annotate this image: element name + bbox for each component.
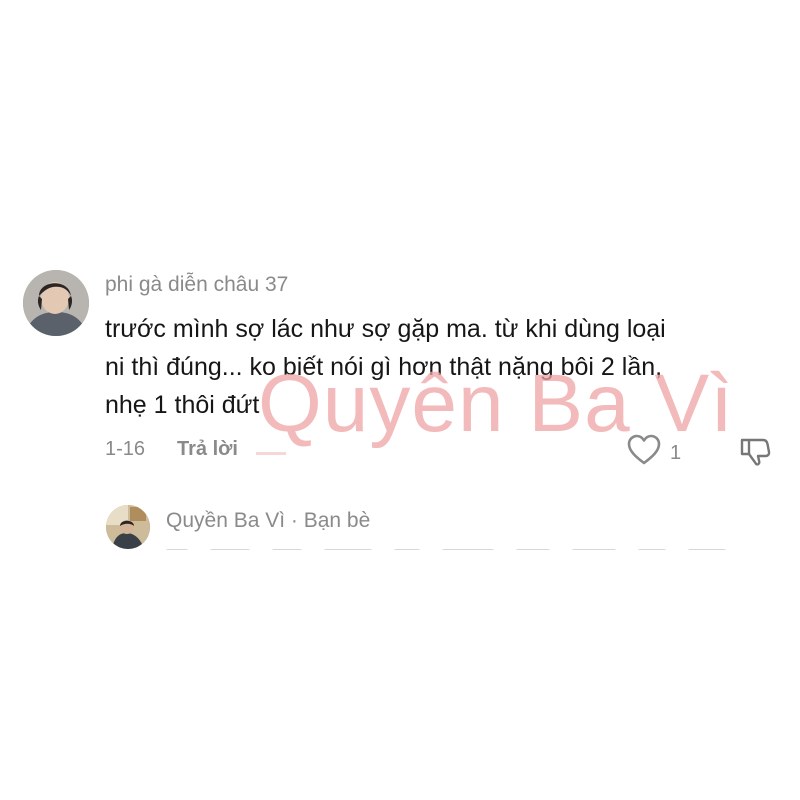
thumb-down-icon <box>738 438 772 472</box>
comment-username[interactable]: phi gà diễn châu 37 <box>105 273 288 297</box>
reply-avatar[interactable] <box>106 505 150 549</box>
comment-date: 1-16 <box>105 438 146 460</box>
watermark-underline <box>256 452 286 455</box>
avatar-photo <box>23 270 89 336</box>
watermark: Quyên Ba Vì <box>258 358 734 449</box>
dislike-button[interactable] <box>738 434 772 468</box>
reply-username[interactable]: Quyền Ba Vì · Bạn bè <box>166 509 370 533</box>
comment-screen: phi gà diễn châu 37 trước mình sợ lác nh… <box>0 0 800 800</box>
reply-button[interactable]: Trả lời <box>177 438 238 461</box>
reply-text-cutoff <box>166 540 776 550</box>
comment-line: trước mình sợ lác như sợ gặp ma. từ khi … <box>105 315 666 343</box>
reply-avatar-photo <box>106 505 150 549</box>
avatar[interactable] <box>23 270 89 336</box>
